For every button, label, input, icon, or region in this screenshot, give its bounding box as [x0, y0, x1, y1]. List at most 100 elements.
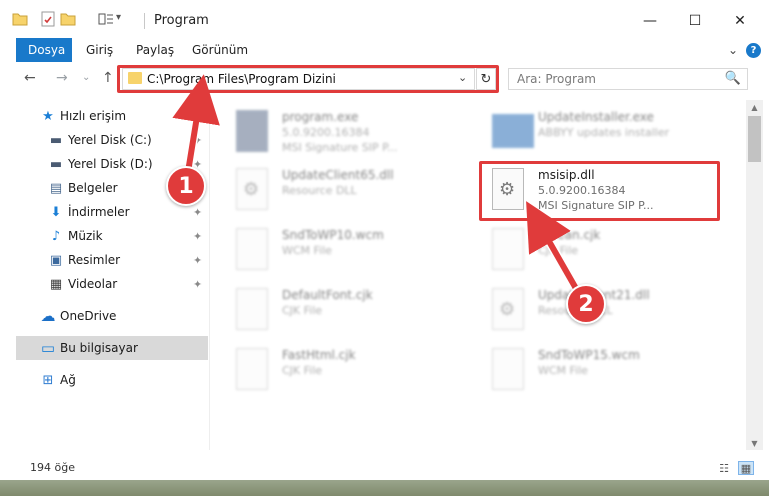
scroll-thumb[interactable]	[748, 116, 761, 162]
file-tile[interactable]: DefaultFont.cjk CJK File	[220, 282, 460, 340]
dll-file-icon	[492, 288, 524, 330]
ribbon-expand-chevron-icon[interactable]: ⌄	[728, 43, 738, 57]
up-arrow-icon[interactable]: ↑	[102, 70, 114, 86]
tab-home[interactable]: Giriş	[86, 38, 113, 62]
document-file-icon	[236, 348, 268, 390]
file-description: MSI Signature SIP P...	[282, 141, 398, 154]
tiles-view-icon[interactable]: ▦	[738, 461, 754, 475]
videos-icon: ▦	[49, 276, 63, 292]
sidebar-item-onedrive[interactable]: ☁ OneDrive	[0, 304, 208, 328]
forward-arrow-icon[interactable]: →	[56, 70, 68, 86]
sidebar-item-music[interactable]: ♪ Müzik ✦	[0, 224, 208, 248]
dll-file-icon	[236, 168, 268, 210]
file-description: WCM File	[538, 364, 588, 377]
ribbon-tabs: Dosya Giriş Paylaş Görünüm ⌄ ?	[0, 38, 769, 62]
file-tile[interactable]: Korean.cjk CJK File	[476, 222, 716, 280]
network-icon: ⊞	[42, 372, 54, 388]
file-description: CJK File	[282, 364, 323, 377]
folder-icon	[12, 11, 28, 27]
new-folder-icon[interactable]	[60, 11, 76, 27]
sidebar-item-label: OneDrive	[60, 309, 117, 323]
sidebar-item-label: Resimler	[68, 253, 121, 267]
tab-file[interactable]: Dosya	[16, 38, 72, 62]
tab-share[interactable]: Paylaş	[136, 38, 174, 62]
recent-locations-chevron-icon[interactable]: ⌄	[82, 72, 90, 83]
file-tile[interactable]: FastHtml.cjk CJK File	[220, 342, 460, 400]
file-description: CJK File	[538, 244, 579, 257]
installer-file-icon	[492, 114, 534, 148]
sidebar-item-videos[interactable]: ▦ Videolar ✦	[0, 272, 208, 296]
music-icon: ♪	[51, 228, 61, 244]
sidebar-item-label: Bu bilgisayar	[60, 341, 138, 355]
sidebar-item-label: Ağ	[60, 373, 76, 387]
explorer-window: ▾ Program — ☐ ✕ Dosya Giriş Paylaş Görün…	[0, 0, 769, 480]
file-tile[interactable]: program.exe 5.0.9200.16384 MSI Signature…	[220, 104, 460, 162]
close-button[interactable]: ✕	[725, 8, 755, 34]
sidebar-item-label: İndirmeler	[68, 205, 130, 219]
file-name: SndToWP10.wcm	[282, 228, 384, 242]
navigation-pane: ★ Hızlı erişim ▬ Yerel Disk (C:) ✦ ▬ Yer…	[0, 100, 208, 450]
sidebar-item-local-disk-c[interactable]: ▬ Yerel Disk (C:) ✦	[0, 128, 208, 152]
sidebar-item-label: Videolar	[68, 277, 118, 291]
file-list: program.exe 5.0.9200.16384 MSI Signature…	[220, 100, 745, 450]
file-name: UpdateClient65.dll	[282, 168, 394, 182]
star-icon: ★	[42, 108, 54, 124]
pin-icon: ✦	[193, 277, 203, 291]
file-version: 5.0.9200.16384	[282, 126, 370, 139]
sidebar-item-quick-access[interactable]: ★ Hızlı erişim	[0, 104, 208, 128]
file-description: WCM File	[282, 244, 332, 257]
search-icon[interactable]: 🔍	[725, 71, 741, 86]
file-name: Korean.cjk	[538, 228, 601, 242]
pane-divider[interactable]	[209, 96, 210, 450]
pin-icon: ✦	[193, 133, 203, 147]
tab-view[interactable]: Görünüm	[192, 38, 248, 62]
sidebar-item-label: Belgeler	[68, 181, 118, 195]
search-placeholder: Ara: Program	[517, 72, 596, 86]
computer-icon: ▭	[40, 339, 56, 357]
file-description: Resource DLL	[282, 184, 357, 197]
pin-icon: ✦	[193, 229, 203, 243]
sidebar-item-label: Yerel Disk (D:)	[68, 157, 153, 171]
item-count: 194 öğe	[30, 461, 75, 474]
callout-badge-2: 2	[566, 284, 606, 324]
callout-badge-1: 1	[166, 166, 206, 206]
file-name: SndToWP15.wcm	[538, 348, 640, 362]
details-view-icon[interactable]: ☷	[716, 461, 732, 475]
sidebar-item-this-pc[interactable]: ▭ Bu bilgisayar	[16, 336, 208, 360]
file-tile[interactable]: UpdateInstaller.exe ABBYY updates instal…	[476, 104, 716, 162]
title-separator	[144, 13, 145, 29]
scroll-down-arrow-icon[interactable]: ▼	[746, 436, 763, 450]
file-name: DefaultFont.cjk	[282, 288, 373, 302]
sidebar-item-label: Müzik	[68, 229, 103, 243]
file-name: program.exe	[282, 110, 359, 124]
address-highlight-box	[117, 65, 499, 93]
customize-toolbar-chevron-icon[interactable]: ▾	[116, 12, 121, 23]
title-bar: ▾ Program — ☐ ✕	[0, 0, 769, 38]
document-file-icon	[236, 288, 268, 330]
properties-icon[interactable]	[40, 11, 56, 27]
exe-file-icon	[236, 110, 268, 152]
document-file-icon	[492, 348, 524, 390]
file-description: ABBYY updates installer	[538, 126, 670, 139]
vertical-scrollbar[interactable]: ▲ ▼	[746, 100, 763, 450]
sidebar-item-pictures[interactable]: ▣ Resimler ✦	[0, 248, 208, 272]
search-input[interactable]: Ara: Program 🔍	[508, 68, 748, 90]
help-icon[interactable]: ?	[746, 42, 761, 58]
document-file-icon	[492, 228, 524, 270]
file-tile[interactable]: UpdateClient65.dll Resource DLL	[220, 162, 460, 220]
view-options-icon[interactable]	[98, 11, 114, 27]
minimize-button[interactable]: —	[635, 8, 665, 34]
file-tile[interactable]: SndToWP10.wcm WCM File	[220, 222, 460, 280]
download-icon: ⬇	[50, 204, 62, 220]
scroll-up-arrow-icon[interactable]: ▲	[746, 100, 763, 114]
status-bar: 194 öğe ☷ ▦	[0, 456, 769, 480]
pin-icon: ✦	[193, 205, 203, 219]
back-arrow-icon[interactable]: ←	[24, 70, 36, 86]
sidebar-item-network[interactable]: ⊞ Ağ	[0, 368, 208, 392]
file-tile[interactable]: SndToWP15.wcm WCM File	[476, 342, 716, 400]
documents-icon: ▤	[49, 180, 63, 196]
pictures-icon: ▣	[49, 252, 63, 268]
desktop-background	[0, 480, 769, 496]
file-name: UpdateInstaller.exe	[538, 110, 654, 124]
maximize-button[interactable]: ☐	[680, 8, 710, 34]
